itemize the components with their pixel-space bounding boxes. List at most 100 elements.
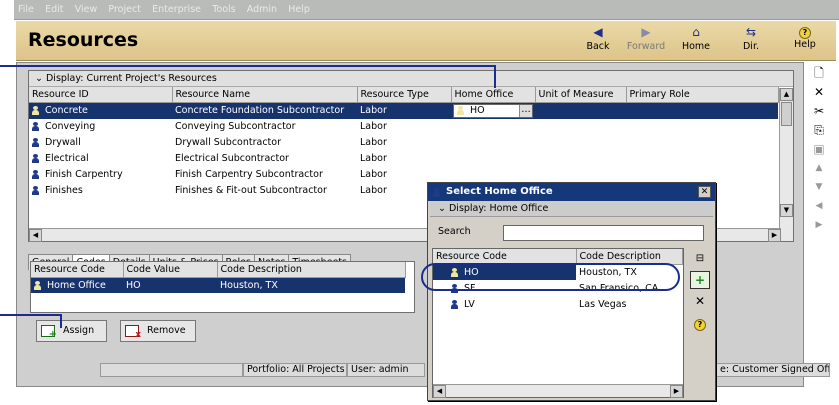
resource-icon <box>32 170 39 179</box>
delete-icon[interactable]: ✕ <box>807 83 831 102</box>
directory-label: Dir. <box>742 41 759 52</box>
cut-icon[interactable]: ✂ <box>807 102 831 121</box>
search-input[interactable] <box>503 225 704 241</box>
resource-icon <box>32 186 39 195</box>
menu-enterprise[interactable]: Enterprise <box>148 0 205 20</box>
resource-code: Home Office <box>47 279 106 291</box>
move-left-icon[interactable]: ◀ <box>807 197 831 216</box>
home-office-field[interactable]: HO … <box>453 103 533 118</box>
resource-id: Drywall <box>45 137 81 148</box>
assign-icon[interactable]: + <box>690 271 710 289</box>
move-down-icon[interactable]: ▼ <box>807 178 831 197</box>
column-code-description[interactable]: Code Description <box>217 262 406 278</box>
menu-help[interactable]: Help <box>284 0 314 20</box>
unit-of-measure <box>535 102 626 119</box>
browse-button[interactable]: … <box>519 104 532 117</box>
close-icon[interactable]: ✕ <box>698 186 711 198</box>
scroll-thumb[interactable] <box>781 102 792 126</box>
dialog-display-bar[interactable]: ⌄ Display: Home Office <box>430 201 713 217</box>
assign-button[interactable]: + Assign <box>36 320 107 342</box>
vertical-scrollbar[interactable]: ▲ ▼ <box>779 88 793 241</box>
help-label: Help <box>794 39 816 50</box>
menu-project[interactable]: Project <box>104 0 145 20</box>
column-code-value[interactable]: Code Value <box>123 262 218 278</box>
paste-icon[interactable]: ▣ <box>807 140 831 159</box>
list-item[interactable]: LV Las Vegas <box>433 296 683 312</box>
home-label: Home <box>681 41 711 52</box>
scroll-left-icon[interactable]: ◀ <box>29 229 42 242</box>
column-unit-of-measure[interactable]: Unit of Measure <box>535 87 627 103</box>
resource-name: Conveying Subcontractor <box>175 121 296 132</box>
table-row[interactable]: Concrete Concrete Foundation Subcontract… <box>29 102 778 119</box>
resource-id: Finishes <box>45 185 83 196</box>
code-icon <box>451 299 458 309</box>
code-description: Houston, TX <box>217 277 405 293</box>
scroll-right-icon[interactable]: ▶ <box>768 229 781 242</box>
collapse-icon[interactable]: ⊟ <box>690 249 710 269</box>
table-row[interactable]: Home Office HO Houston, TX <box>31 277 405 293</box>
resources-display-bar[interactable]: ⌄ Display: Current Project's Resources <box>29 71 793 87</box>
table-row[interactable]: Drywall Drywall Subcontractor Labor <box>29 135 778 151</box>
dialog-toolbar: ⊟ + ✕ ? <box>690 249 710 335</box>
column-resource-name[interactable]: Resource Name <box>172 87 358 103</box>
menu-file[interactable]: File <box>14 0 38 20</box>
scroll-left-icon[interactable]: ◀ <box>433 385 446 398</box>
home-button[interactable]: ⌂ Home <box>672 23 720 59</box>
dialog-title: Select Home Office <box>446 186 553 197</box>
remove-icon[interactable]: ✕ <box>690 291 710 311</box>
directory-button[interactable]: ⇆ Dir. <box>727 23 775 59</box>
home-icon: ⌂ <box>692 25 700 39</box>
column-code-description[interactable]: Code Description <box>576 249 683 265</box>
scroll-up-icon[interactable]: ▲ <box>780 88 793 101</box>
menu-edit[interactable]: Edit <box>41 0 67 20</box>
table-row[interactable]: Finish Carpentry Finish Carpentry Subcon… <box>29 167 778 183</box>
page-title: Resources <box>28 29 139 51</box>
scroll-down-icon[interactable]: ▼ <box>780 204 793 217</box>
select-home-office-dialog: Select Home Office ✕ ⌄ Display: Home Off… <box>427 182 716 401</box>
move-right-icon[interactable]: ▶ <box>807 216 831 235</box>
column-resource-type[interactable]: Resource Type <box>357 87 452 103</box>
help-icon: ? <box>799 27 811 39</box>
move-up-icon[interactable]: ▲ <box>807 159 831 178</box>
table-row[interactable]: Electrical Electrical Subcontractor Labo… <box>29 151 778 167</box>
new-icon[interactable]: 🗋 <box>807 64 831 83</box>
right-toolbar: 🗋 ✕ ✂ ⎘ ▣ ▲ ▼ ◀ ▶ <box>807 64 831 235</box>
copy-icon[interactable]: ⎘ <box>807 121 831 140</box>
codes-grid: Resource Code Code Value Code Descriptio… <box>30 261 415 313</box>
forward-button[interactable]: ▶ Forward <box>622 23 670 59</box>
table-row[interactable]: Conveying Conveying Subcontractor Labor <box>29 119 778 135</box>
assign-label: Assign <box>63 325 95 336</box>
menu-bar: File Edit View Project Enterprise Tools … <box>14 0 839 20</box>
help-button[interactable]: ? Help <box>781 23 829 59</box>
resource-icon <box>32 154 39 163</box>
resources-display-label: Display: Current Project's Resources <box>45 73 217 84</box>
back-button[interactable]: ◀ Back <box>574 23 622 59</box>
remove-icon: x <box>125 324 141 339</box>
remove-button[interactable]: x Remove <box>120 320 196 342</box>
home-office-value: HO <box>470 104 485 116</box>
menu-admin[interactable]: Admin <box>243 0 281 20</box>
back-label: Back <box>586 41 610 52</box>
status-signoff: e: Customer Signed Off <box>716 363 830 377</box>
menu-tools[interactable]: Tools <box>208 0 239 20</box>
column-resource-id[interactable]: Resource ID <box>29 87 173 103</box>
dialog-horizontal-scrollbar[interactable]: ◀ ▶ <box>433 384 683 398</box>
resource-name: Drywall Subcontractor <box>175 137 281 148</box>
menu-view[interactable]: View <box>71 0 102 20</box>
callout-line <box>60 314 62 328</box>
display-chevron-icon: ⌄ <box>35 73 46 84</box>
column-resource-code[interactable]: Resource Code <box>433 249 577 265</box>
column-primary-role[interactable]: Primary Role <box>626 87 779 103</box>
display-chevron-icon: ⌄ <box>438 203 449 214</box>
home-office-icon <box>457 105 464 115</box>
resource-name: Electrical Subcontractor <box>175 153 289 164</box>
remove-label: Remove <box>147 325 186 336</box>
dialog-title-bar[interactable]: Select Home Office ✕ <box>428 183 715 201</box>
search-label: Search <box>438 226 471 237</box>
resource-type: Labor <box>357 102 451 119</box>
back-arrow-icon: ◀ <box>593 25 603 39</box>
help-icon[interactable]: ? <box>690 313 710 333</box>
scroll-right-icon[interactable]: ▶ <box>670 385 683 398</box>
column-home-office[interactable]: Home Office <box>451 87 536 103</box>
column-resource-code[interactable]: Resource Code <box>31 262 124 278</box>
